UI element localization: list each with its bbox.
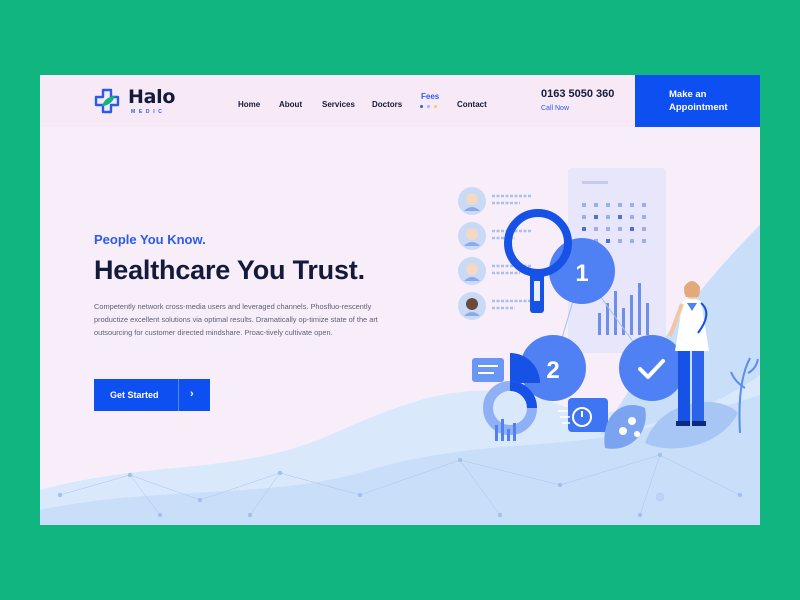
hero-headline: Healthcare You Trust. <box>94 255 365 285</box>
nav-item-contact[interactable]: Contact <box>457 100 487 109</box>
appointment-label-line2: Appointment <box>669 102 728 113</box>
chevron-right-icon: › <box>190 388 194 400</box>
healthcare-illustration: 1 2 <box>458 168 759 449</box>
avatar-list <box>458 187 486 320</box>
logo[interactable]: Halo MEDIC <box>93 85 193 117</box>
hero-eyebrow: People You Know. <box>94 232 206 247</box>
chat-icon <box>472 358 504 382</box>
nav-item-doctors[interactable]: Doctors <box>372 100 402 109</box>
phone-number[interactable]: 0163 5050 360 <box>541 88 614 100</box>
nav-item-fees[interactable]: Fees <box>421 92 439 101</box>
nav-item-home[interactable]: Home <box>238 100 260 109</box>
brand-name: Halo <box>128 86 176 108</box>
medical-cross-logo-icon <box>94 88 120 114</box>
brand-tagline: MEDIC <box>131 109 166 115</box>
magnifier-icon <box>504 209 572 313</box>
step-one-number: 1 <box>575 260 588 287</box>
site-header: Halo MEDIC Home About Services Doctors F… <box>40 75 760 127</box>
make-appointment-button[interactable]: Make an Appointment <box>635 75 760 127</box>
nav-item-services[interactable]: Services <box>322 100 355 109</box>
get-started-button[interactable]: Get Started › <box>94 379 210 411</box>
appointment-label-line1: Make an <box>669 89 707 100</box>
hero-body: Competently network cross-media users an… <box>94 302 378 338</box>
button-divider <box>178 379 179 411</box>
active-indicator-dots <box>420 105 440 109</box>
call-now-link[interactable]: Call Now <box>541 105 569 112</box>
get-started-label: Get Started <box>110 390 159 400</box>
step-two-number: 2 <box>546 357 559 384</box>
nav-item-about[interactable]: About <box>279 100 302 109</box>
page-frame: Halo MEDIC Home About Services Doctors F… <box>40 75 760 525</box>
